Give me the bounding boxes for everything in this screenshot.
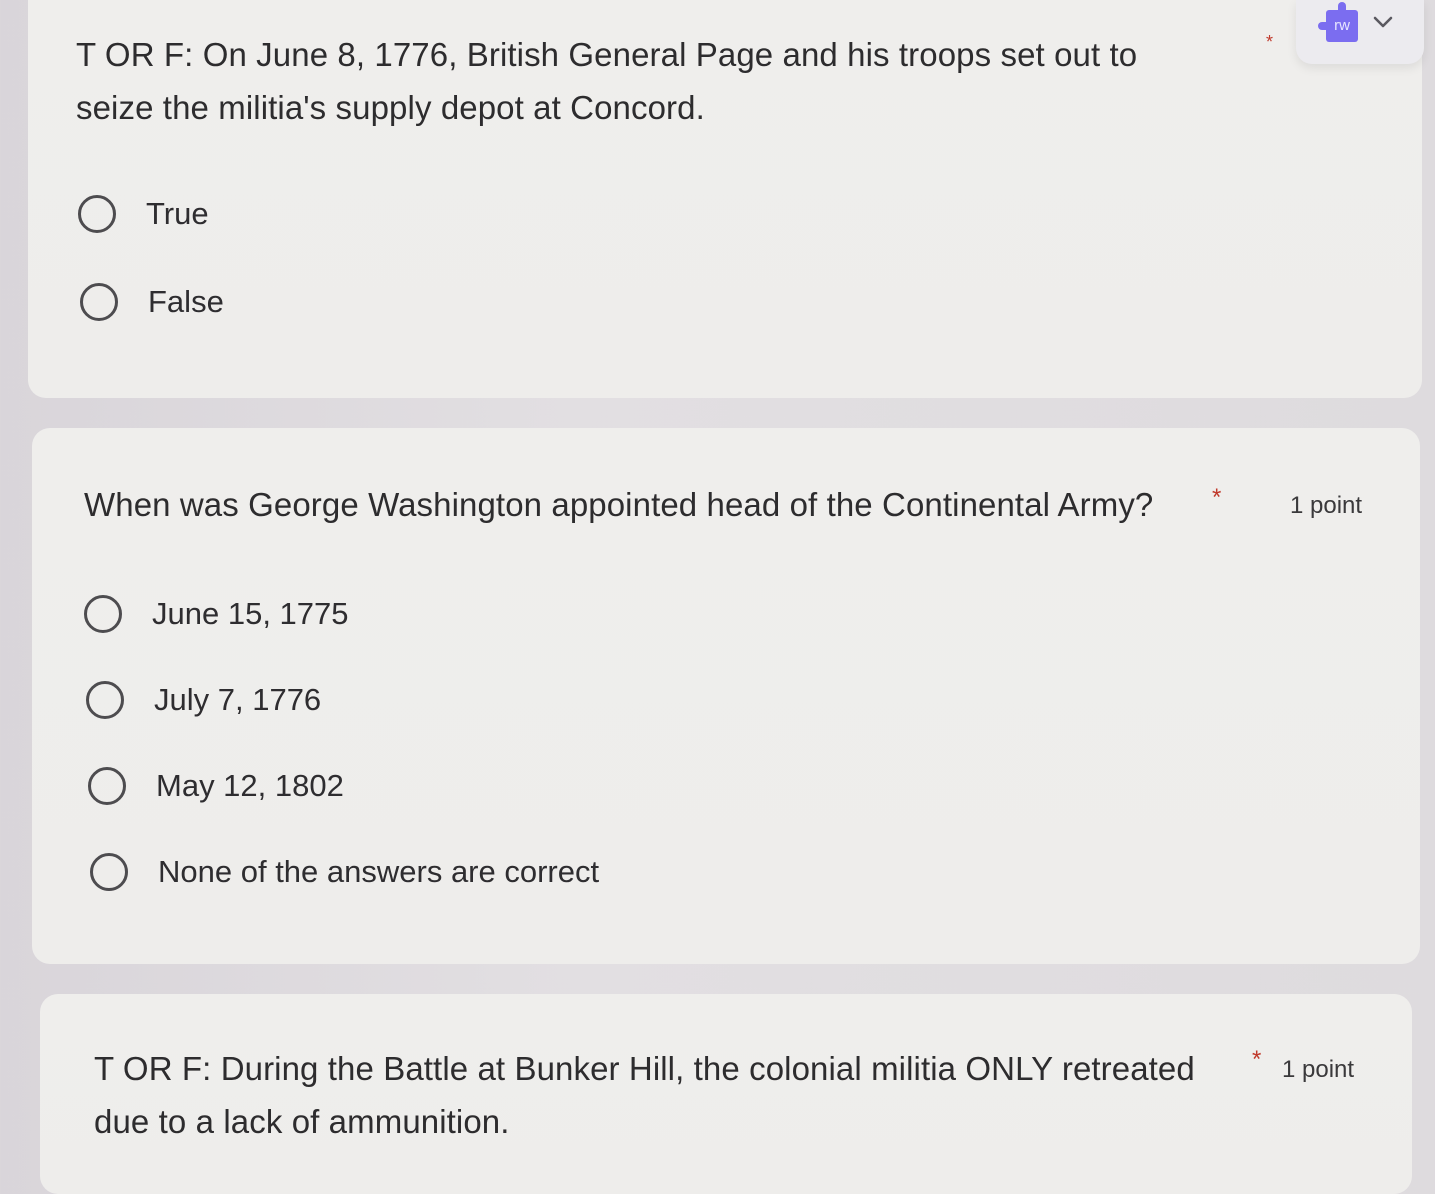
option-label: July 7, 1776 — [154, 682, 322, 717]
option-true[interactable]: True — [78, 186, 209, 242]
radio-button[interactable] — [90, 853, 128, 891]
question-text-line: seize the militia's supply depot at Conc… — [76, 89, 705, 126]
option-label: May 12, 1802 — [156, 768, 344, 803]
option-label: None of the answers are correct — [158, 854, 600, 889]
question-text: T OR F: During the Battle at Bunker Hill… — [94, 1042, 1195, 1148]
option-none-correct[interactable]: None of the answers are correct — [90, 844, 599, 900]
option-june-15-1775[interactable]: June 15, 1775 — [84, 586, 349, 642]
option-label: June 15, 1775 — [152, 596, 349, 631]
option-may-12-1802[interactable]: May 12, 1802 — [88, 758, 344, 814]
extension-logo[interactable]: rw — [1326, 10, 1358, 42]
question-card-1: T OR F: On June 8, 1776, British General… — [28, 0, 1422, 398]
extension-logo-tab — [1338, 2, 1346, 10]
option-false[interactable]: False — [80, 274, 224, 330]
radio-button[interactable] — [86, 681, 124, 719]
required-asterisk: * — [1266, 32, 1274, 52]
points-label: 1 point — [1282, 1056, 1355, 1083]
required-asterisk: * — [1212, 484, 1222, 511]
question-text-line: due to a lack of ammunition. — [94, 1103, 510, 1140]
question-text-line: T OR F: On June 8, 1776, British General… — [76, 36, 1138, 73]
required-asterisk: * — [1252, 1046, 1262, 1073]
extension-widget[interactable]: rw — [1296, 0, 1424, 64]
question-card-3: T OR F: During the Battle at Bunker Hill… — [40, 994, 1412, 1194]
chevron-down-icon[interactable] — [1372, 14, 1394, 30]
radio-button[interactable] — [80, 283, 118, 321]
extension-logo-tab — [1318, 22, 1326, 30]
radio-button[interactable] — [78, 195, 116, 233]
question-text: When was George Washington appointed hea… — [84, 486, 1154, 523]
radio-button[interactable] — [88, 767, 126, 805]
option-july-7-1776[interactable]: July 7, 1776 — [86, 672, 321, 728]
points-label: 1 point — [1290, 492, 1363, 519]
option-label: True — [146, 196, 209, 231]
question-text: T OR F: On June 8, 1776, British General… — [76, 28, 1137, 134]
radio-button[interactable] — [84, 595, 122, 633]
question-text-line: T OR F: During the Battle at Bunker Hill… — [94, 1050, 1195, 1087]
question-card-2: When was George Washington appointed hea… — [32, 428, 1420, 964]
option-label: False — [148, 284, 224, 319]
